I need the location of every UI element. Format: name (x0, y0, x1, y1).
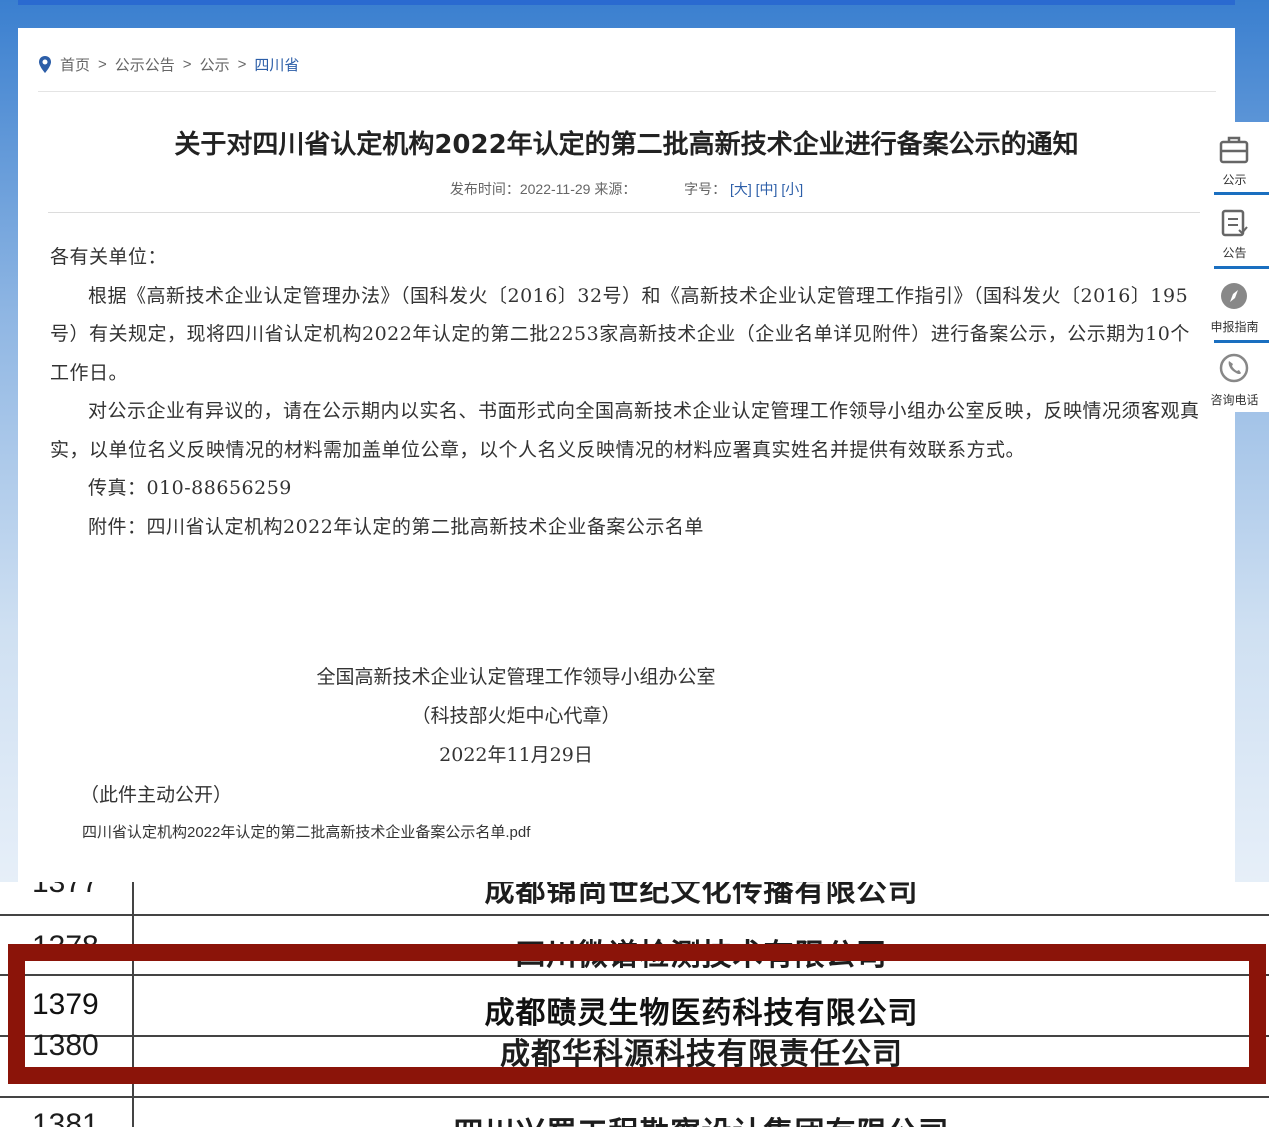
fax-line: 传真：010-88656259 (88, 477, 292, 499)
table-row: 1377 成都锦尚世纪文化传播有限公司 (0, 882, 1269, 915)
paragraph-1: 根据《高新技术企业认定管理办法》（国科发火〔2016〕32号）和《高新技术企业认… (50, 284, 1190, 384)
company-name: 四川兴蜀工程勘察设计集团有限公司 (134, 1108, 1269, 1127)
sidebar-accent (1214, 192, 1269, 195)
sidebar-item-notice[interactable]: 公示 (1200, 128, 1269, 200)
row-number: 1381 (32, 1108, 99, 1127)
article-meta: 发布时间：2022-11-29 来源： 字号： [大] [中] [小] (18, 179, 1235, 199)
article-body: 各有关单位： 根据《高新技术企业认定管理办法》（国科发火〔2016〕32号）和《… (50, 238, 1208, 546)
salutation: 各有关单位： (50, 246, 168, 268)
notice-board-icon (1219, 136, 1249, 164)
sidebar-item-label: 咨询电话 (1210, 393, 1259, 407)
fontsize-label: 字号： (684, 181, 727, 197)
article-title: 关于对四川省认定机构2022年认定的第二批高新技术企业进行备案公示的通知 (174, 130, 1079, 160)
breadcrumb-notice[interactable]: 公示 (200, 54, 230, 75)
publish-label: 发布时间： (449, 181, 520, 197)
breadcrumb-separator: > (237, 56, 247, 73)
row-number: 1377 (32, 882, 99, 899)
sidebar-item-label: 公示 (1222, 173, 1247, 187)
highlight-box (8, 944, 1266, 1084)
divider (38, 91, 1216, 92)
article-panel: 首页 > 公示公告 > 公示 > 四川省 关于对四川省认定机构2022年认定的第… (18, 28, 1235, 888)
table-row: 1381 四川兴蜀工程勘察设计集团有限公司 (0, 1096, 1269, 1127)
source-label: 来源： (594, 181, 637, 197)
font-medium-link[interactable]: [中] (756, 181, 778, 197)
compass-icon (1221, 283, 1247, 309)
breadcrumb-separator: > (182, 56, 192, 73)
sidebar-accent (1214, 340, 1269, 343)
publish-date: 2022-11-29 (519, 181, 591, 197)
top-strip (18, 0, 1235, 5)
phone-icon (1219, 353, 1249, 383)
sidebar-accent (1214, 266, 1269, 269)
signature-note: （科技部火炬中心代章） (411, 705, 621, 727)
sidebar-item-announcement[interactable]: 公告 (1200, 202, 1269, 274)
attachment-line: 附件：四川省认定机构2022年认定的第二批高新技术企业备案公示名单 (88, 515, 704, 538)
public-note: （此件主动公开） (80, 784, 233, 806)
attachment-download-link[interactable]: 四川省认定机构2022年认定的第二批高新技术企业备案公示名单.pdf (82, 821, 530, 842)
sidebar-item-phone[interactable]: 咨询电话 (1200, 350, 1269, 422)
font-large-link[interactable]: [大] (730, 181, 752, 197)
floating-sidebar: 公示 公告 申报指南 咨询电话 (1200, 122, 1269, 412)
font-small-link[interactable]: [小] (781, 181, 803, 197)
paragraph-2: 对公示企业有异议的，请在公示期内以实名、书面形式向全国高新技术企业认定管理工作领… (50, 400, 1200, 461)
divider (48, 212, 1218, 213)
breadcrumb-announcements[interactable]: 公示公告 (115, 54, 175, 75)
sidebar-item-guide[interactable]: 申报指南 (1200, 276, 1269, 348)
sidebar-item-label: 公告 (1222, 246, 1247, 260)
clipboard-icon (1221, 209, 1248, 237)
signature-org: 全国高新技术企业认定管理工作领导小组办公室 (316, 666, 716, 688)
breadcrumb-current[interactable]: 四川省 (254, 54, 299, 75)
sidebar-item-label: 申报指南 (1210, 320, 1259, 334)
signature-block: 全国高新技术企业认定管理工作领导小组办公室 （科技部火炬中心代章） 2022年1… (18, 658, 1014, 775)
breadcrumb: 首页 > 公示公告 > 公示 > 四川省 (38, 54, 299, 75)
company-name: 成都锦尚世纪文化传播有限公司 (484, 882, 919, 909)
location-pin-icon (39, 55, 51, 73)
breadcrumb-separator: > (98, 56, 107, 73)
signature-date: 2022年11月29日 (439, 744, 593, 766)
breadcrumb-home[interactable]: 首页 (60, 54, 90, 75)
